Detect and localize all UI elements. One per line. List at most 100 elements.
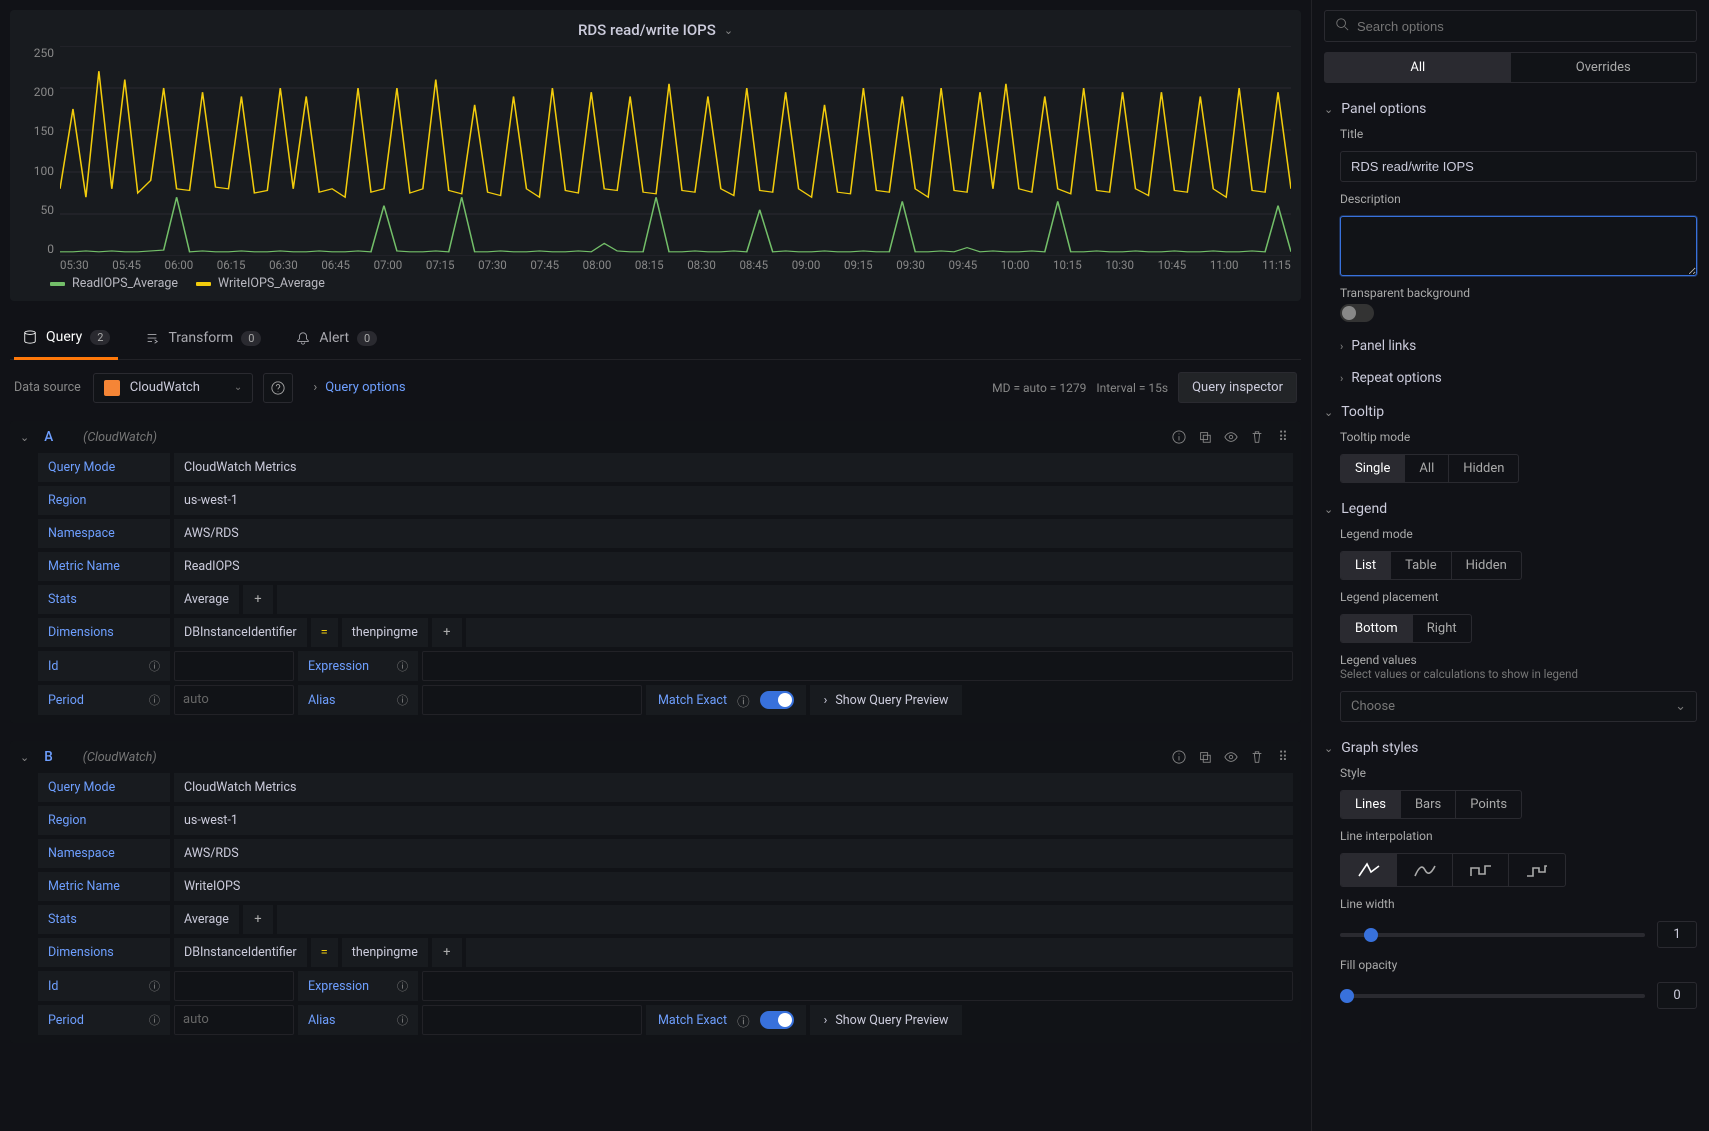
fill-opacity-value[interactable]: 0 [1657,982,1697,1009]
tab-query[interactable]: Query 2 [14,319,118,360]
transparent-bg-toggle[interactable] [1340,304,1374,322]
tab-alert[interactable]: Alert 0 [287,319,385,359]
panel-links-section[interactable]: ›Panel links [1340,338,1697,354]
query-ref[interactable]: B [44,749,53,765]
tooltip-mode-single[interactable]: Single [1341,455,1405,482]
stats-value[interactable]: Average [174,905,239,934]
info-icon[interactable]: ⓘ [397,658,408,674]
collapse-icon[interactable]: ⌄ [20,751,29,764]
datasource-help-button[interactable] [263,373,293,403]
panel-title[interactable]: RDS read/write IOPS [578,21,716,39]
dimension-value[interactable]: thenpingme [342,618,428,647]
query-inspector-button[interactable]: Query inspector [1178,372,1297,403]
section-panel-options[interactable]: ⌄Panel options [1324,101,1697,117]
region-value[interactable]: us-west-1 [174,806,1293,835]
expression-input[interactable] [422,651,1293,681]
info-icon[interactable]: ⓘ [397,978,408,994]
duplicate-icon[interactable] [1197,429,1213,445]
style-points[interactable]: Points [1456,791,1521,818]
alias-input[interactable] [422,1005,642,1035]
drag-handle-icon[interactable]: ⠿ [1275,429,1291,445]
query-md-meta: MD = auto = 1279 [992,381,1086,395]
drag-handle-icon[interactable]: ⠿ [1275,749,1291,765]
dimension-name[interactable]: DBInstanceIdentifier [174,618,307,647]
legend-values-select[interactable]: Choose ⌄ [1340,691,1697,722]
info-icon[interactable]: ⓘ [737,691,750,710]
legend-item[interactable]: WriteIOPS_Average [196,276,325,291]
namespace-value[interactable]: AWS/RDS [174,519,1293,548]
info-icon[interactable]: ⓘ [149,978,160,994]
info-icon[interactable] [1171,429,1187,445]
trash-icon[interactable] [1249,749,1265,765]
add-dimension-button[interactable]: + [432,618,462,647]
interp-label: Line interpolation [1340,829,1697,843]
trash-icon[interactable] [1249,429,1265,445]
period-input[interactable]: auto [174,685,294,715]
show-query-preview-button[interactable]: ›Show Query Preview [810,685,963,715]
duplicate-icon[interactable] [1197,749,1213,765]
legend-mode-table[interactable]: Table [1391,552,1451,579]
legend-placement-right[interactable]: Right [1413,615,1471,642]
repeat-options-section[interactable]: ›Repeat options [1340,370,1697,386]
line-width-value[interactable]: 1 [1657,921,1697,948]
add-dimension-button[interactable]: + [432,938,462,967]
info-icon[interactable] [1171,749,1187,765]
interp-step-before[interactable] [1453,854,1509,886]
panel-description-input[interactable] [1340,216,1697,276]
legend-mode-list[interactable]: List [1341,552,1391,579]
expression-input[interactable] [422,971,1293,1001]
dimension-value[interactable]: thenpingme [342,938,428,967]
tooltip-mode-hidden[interactable]: Hidden [1449,455,1518,482]
eye-icon[interactable] [1223,749,1239,765]
query-mode-value[interactable]: CloudWatch Metrics [174,773,1293,802]
query-ref[interactable]: A [44,429,53,445]
stats-value[interactable]: Average [174,585,239,614]
fill-opacity-slider[interactable] [1340,994,1645,998]
region-value[interactable]: us-west-1 [174,486,1293,515]
datasource-picker[interactable]: CloudWatch ⌄ [93,373,254,403]
info-icon[interactable]: ⓘ [397,692,408,708]
interp-smooth[interactable] [1397,854,1453,886]
interp-linear[interactable] [1341,854,1397,886]
legend-item[interactable]: ReadIOPS_Average [50,276,178,291]
alias-input[interactable] [422,685,642,715]
dimension-name[interactable]: DBInstanceIdentifier [174,938,307,967]
legend-mode-hidden[interactable]: Hidden [1452,552,1521,579]
metric-name-value[interactable]: ReadIOPS [174,552,1293,581]
line-width-slider[interactable] [1340,933,1645,937]
info-icon[interactable]: ⓘ [397,1012,408,1028]
section-tooltip[interactable]: ⌄Tooltip [1324,404,1697,420]
info-icon[interactable]: ⓘ [737,1011,750,1030]
query-options-button[interactable]: › Query options [303,374,415,401]
id-input[interactable] [174,971,294,1001]
section-legend[interactable]: ⌄Legend [1324,501,1697,517]
show-query-preview-button[interactable]: ›Show Query Preview [810,1005,963,1035]
chart-plot[interactable] [60,46,1291,256]
interp-step-after[interactable] [1509,854,1565,886]
eye-icon[interactable] [1223,429,1239,445]
period-input[interactable]: auto [174,1005,294,1035]
info-icon[interactable]: ⓘ [149,1012,160,1028]
match-exact-toggle[interactable] [760,691,794,709]
collapse-icon[interactable]: ⌄ [20,431,29,444]
style-bars[interactable]: Bars [1401,791,1456,818]
tooltip-mode-all[interactable]: All [1405,455,1449,482]
query-mode-value[interactable]: CloudWatch Metrics [174,453,1293,482]
metric-name-value[interactable]: WriteIOPS [174,872,1293,901]
search-options-input[interactable] [1324,10,1697,42]
add-stat-button[interactable]: + [243,585,273,614]
add-stat-button[interactable]: + [243,905,273,934]
info-icon[interactable]: ⓘ [149,658,160,674]
legend-placement-bottom[interactable]: Bottom [1341,615,1413,642]
id-input[interactable] [174,651,294,681]
segment-all[interactable]: All [1325,53,1511,82]
panel-title-input[interactable] [1340,151,1697,182]
style-lines[interactable]: Lines [1341,791,1401,818]
chevron-down-icon[interactable]: ⌄ [724,24,733,37]
tab-transform[interactable]: Transform 0 [136,319,269,359]
section-graph-styles[interactable]: ⌄Graph styles [1324,740,1697,756]
info-icon[interactable]: ⓘ [149,692,160,708]
segment-overrides[interactable]: Overrides [1511,53,1697,82]
namespace-value[interactable]: AWS/RDS [174,839,1293,868]
match-exact-toggle[interactable] [760,1011,794,1029]
